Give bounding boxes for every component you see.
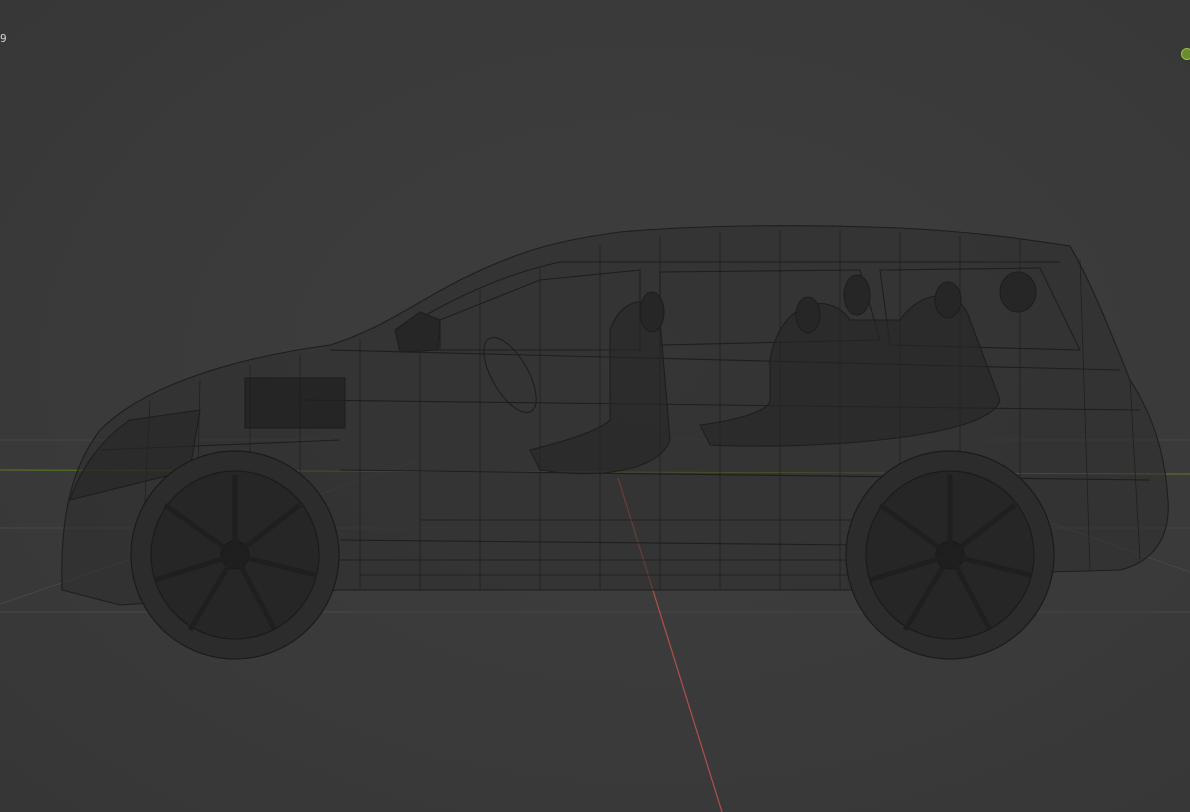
- viewport-canvas[interactable]: [0, 0, 1190, 812]
- rear-wheel[interactable]: [845, 450, 1055, 660]
- viewport-overlay-text: 9: [0, 32, 7, 45]
- 3d-viewport[interactable]: 9: [0, 0, 1190, 812]
- front-wheel[interactable]: [130, 450, 340, 660]
- navigation-gizmo-icon[interactable]: [1181, 48, 1190, 60]
